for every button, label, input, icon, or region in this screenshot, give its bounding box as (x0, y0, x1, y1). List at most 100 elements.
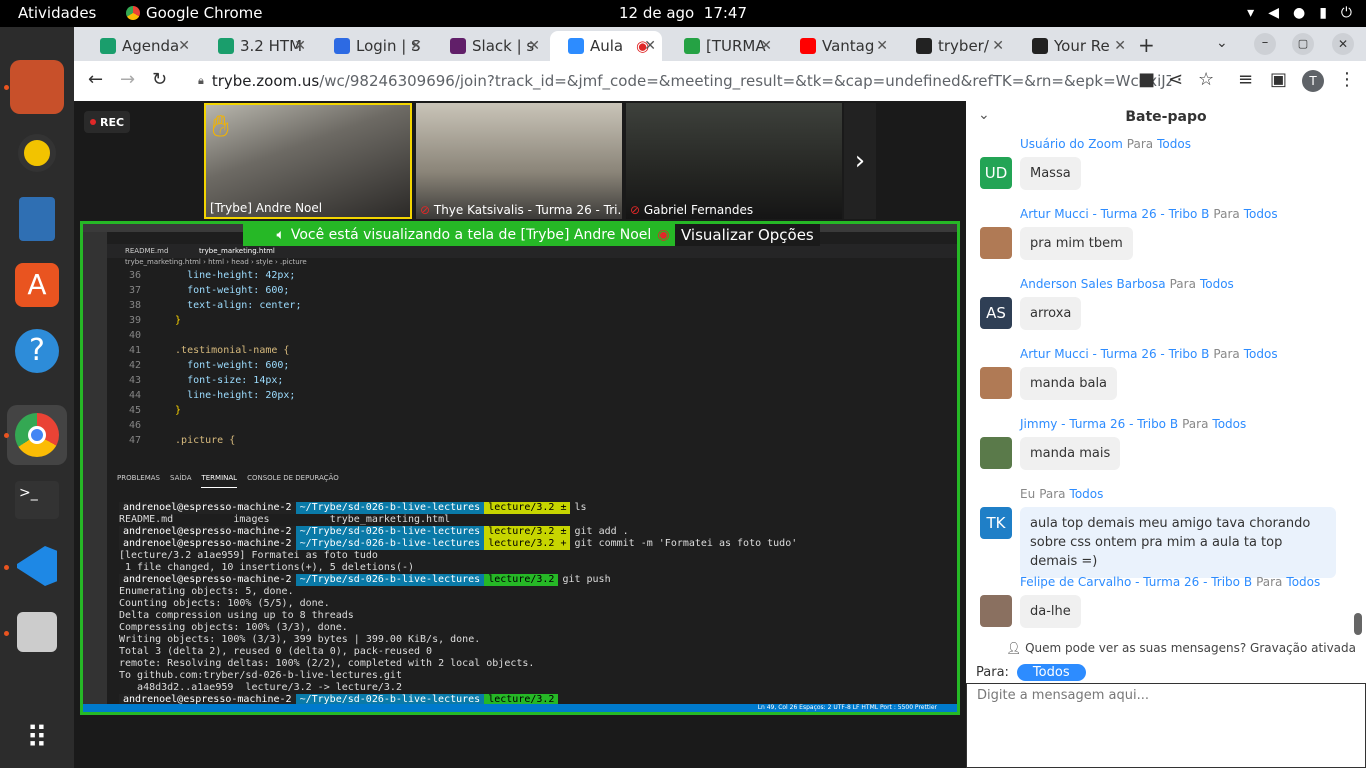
tab-agenda[interactable]: Agenda ✕ (82, 31, 196, 61)
video-tile[interactable]: ✋︎ [Trybe] Andre Noel (204, 103, 412, 219)
sender-name[interactable]: Jimmy - Turma 26 - Tribo B (1020, 417, 1178, 431)
address-bar[interactable]: 🔒︎ trybe.zoom.us/wc/98246309696/join?trac… (184, 66, 1172, 96)
terminal-output: a48d3d2..a1ae959 lecture/3.2 -> lecture/… (119, 682, 402, 693)
tab-icon (1032, 38, 1048, 54)
line-number: 41 (128, 345, 141, 356)
code-line: 45 } (107, 403, 957, 418)
chrome-dock-icon[interactable] (7, 405, 67, 465)
terminal-line: andrenoel@espresso-machine-2 ~/Trybe/sd-0… (119, 526, 957, 538)
code-text: } (163, 315, 182, 326)
next-videos-button[interactable]: › (844, 103, 876, 219)
tab-vantag[interactable]: Vantag ✕ (782, 31, 894, 61)
code-text: font-weight: 600; (163, 285, 290, 296)
sender-name[interactable]: Anderson Sales Barbosa (1020, 277, 1166, 291)
recipient-dropdown[interactable]: Todos (1016, 664, 1086, 681)
chat-scrollbar[interactable] (1354, 613, 1362, 635)
record-icon: ◉ (657, 227, 670, 243)
close-icon[interactable]: ✕ (992, 38, 1004, 54)
terminal-output: Counting objects: 100% (5/5), done. (119, 598, 330, 609)
tab-icon (218, 38, 234, 54)
close-window-button[interactable]: ✕ (1332, 33, 1354, 55)
sender-name[interactable]: Artur Mucci - Turma 26 - Tribo B (1020, 347, 1209, 361)
close-icon[interactable]: ✕ (528, 38, 540, 54)
tab-turma[interactable]: [TURMA ✕ (666, 31, 778, 61)
system-tray[interactable]: ▾ ◀ ● ▮ ⏻ (1247, 5, 1352, 21)
reading-list-icon[interactable]: ≡ (1238, 69, 1253, 90)
share-banner: 🔈︎ Você está visualizando a tela de [Tryb… (243, 224, 703, 246)
tab-search-button[interactable]: ⌄ (1216, 35, 1228, 51)
back-button[interactable]: ← (88, 69, 103, 90)
zoom-meeting: REC ✋︎ [Trybe] Andre Noel ⊘ Thye Katsiva… (74, 101, 966, 768)
software-center-icon[interactable]: A (10, 258, 64, 312)
sender-name[interactable]: Usuário do Zoom (1020, 137, 1123, 151)
message-sender: Jimmy - Turma 26 - Tribo B Para Todos (1020, 417, 1246, 431)
panel-tab[interactable]: CONSOLE DE DEPURAÇÃO (247, 474, 339, 488)
activities-button[interactable]: Atividades (18, 4, 96, 22)
side-panel-icon[interactable]: ▣ (1270, 69, 1287, 90)
menu-icon[interactable]: ⋮ (1338, 69, 1356, 90)
sender-name[interactable]: Artur Mucci - Turma 26 - Tribo B (1020, 207, 1209, 221)
minimize-button[interactable]: – (1254, 33, 1276, 55)
terminal: andrenoel@espresso-machine-2 ~/Trybe/sd-0… (107, 502, 957, 706)
files-app-icon[interactable] (10, 60, 64, 114)
terminal-icon[interactable]: >_ (10, 473, 64, 527)
message-sender: Felipe de Carvalho - Turma 26 - Tribo B P… (1020, 575, 1320, 589)
close-icon[interactable]: ✕ (876, 38, 888, 54)
line-number: 39 (128, 315, 141, 326)
message-input[interactable]: Digite a mensagem aqui... (966, 683, 1366, 768)
sender-name[interactable]: Eu (1020, 487, 1035, 501)
terminal-line: andrenoel@espresso-machine-2 ~/Trybe/sd-0… (119, 502, 957, 514)
recording-badge: REC (84, 111, 130, 133)
message-sender: Artur Mucci - Turma 26 - Tribo B Para Todo… (1020, 347, 1278, 361)
tab-aula[interactable]: Aula ◉ ✕ (550, 31, 662, 61)
rhythmbox-icon[interactable] (10, 126, 64, 180)
bookmark-star-icon[interactable]: ☆ (1198, 69, 1214, 90)
panel-tab[interactable]: TERMINAL (201, 474, 238, 488)
image-viewer-icon[interactable] (10, 605, 64, 659)
chat-title: Bate-papo (1125, 109, 1207, 125)
maximize-button[interactable]: ▢ (1292, 33, 1314, 55)
panel-tab[interactable]: PROBLEMAS (117, 474, 160, 488)
close-icon[interactable]: ✕ (410, 38, 422, 54)
vscode-icon[interactable] (10, 539, 64, 593)
share-icon[interactable]: ⋖ (1168, 69, 1183, 90)
code-line: 39 } (107, 313, 957, 328)
tab-slack[interactable]: Slack | s ✕ (432, 31, 546, 61)
help-icon[interactable]: ? (10, 324, 64, 378)
tab-your-repos[interactable]: Your Re ✕ (1014, 31, 1132, 61)
code-line: 44 line-height: 20px; (107, 388, 957, 403)
app-menu[interactable]: Google Chrome (126, 4, 263, 22)
clock-time[interactable]: 17:47 (704, 4, 747, 22)
libreoffice-writer-icon[interactable] (10, 192, 64, 246)
forward-button[interactable]: → (120, 69, 135, 90)
privacy-notice[interactable]: 👤︎ Quem pode ver as suas mensagens? Grav… (1006, 641, 1356, 655)
prompt-c: git commit -m 'Formatei as foto tudo' (574, 538, 798, 549)
tab-login[interactable]: Login | S ✕ (316, 31, 428, 61)
show-apps-icon[interactable]: ⠿ (10, 711, 64, 765)
clock-date[interactable]: 12 de ago (619, 4, 694, 22)
sender-name[interactable]: Felipe de Carvalho - Turma 26 - Tribo B (1020, 575, 1252, 589)
tab-html[interactable]: 3.2 HTM ✕ (200, 31, 312, 61)
to-label: Para (1213, 347, 1240, 361)
message-bubble: Massa (1020, 157, 1081, 190)
profile-avatar[interactable]: T (1302, 70, 1324, 92)
video-tile[interactable]: ⊘ Thye Katsivalis - Turma 26 - Tri... (416, 103, 622, 219)
camera-icon[interactable]: ■ (1138, 69, 1155, 90)
close-icon[interactable]: ✕ (294, 38, 306, 54)
close-icon[interactable]: ✕ (644, 38, 656, 54)
code-line: 38 text-align: center; (107, 298, 957, 313)
reload-button[interactable]: ↻ (152, 69, 167, 90)
terminal-line: README.md images trybe_marketing.html (119, 514, 957, 526)
terminal-line: 1 file changed, 10 insertions(+), 5 dele… (119, 562, 957, 574)
line-number: 40 (128, 330, 141, 341)
close-icon[interactable]: ✕ (178, 38, 190, 54)
close-icon[interactable]: ✕ (760, 38, 772, 54)
video-tile[interactable]: ⊘ Gabriel Fernandes (626, 103, 842, 219)
panel-tab[interactable]: SAÍDA (170, 474, 191, 488)
terminal-line: Writing objects: 100% (3/3), 399 bytes |… (119, 634, 957, 646)
muted-mic-icon: ⊘ (630, 203, 644, 217)
tab-tryber[interactable]: tryber/✕ (898, 31, 1010, 61)
view-options-button[interactable]: Visualizar Opções (675, 224, 820, 246)
new-tab-button[interactable]: + (1138, 33, 1155, 57)
close-icon[interactable]: ✕ (1114, 38, 1126, 54)
